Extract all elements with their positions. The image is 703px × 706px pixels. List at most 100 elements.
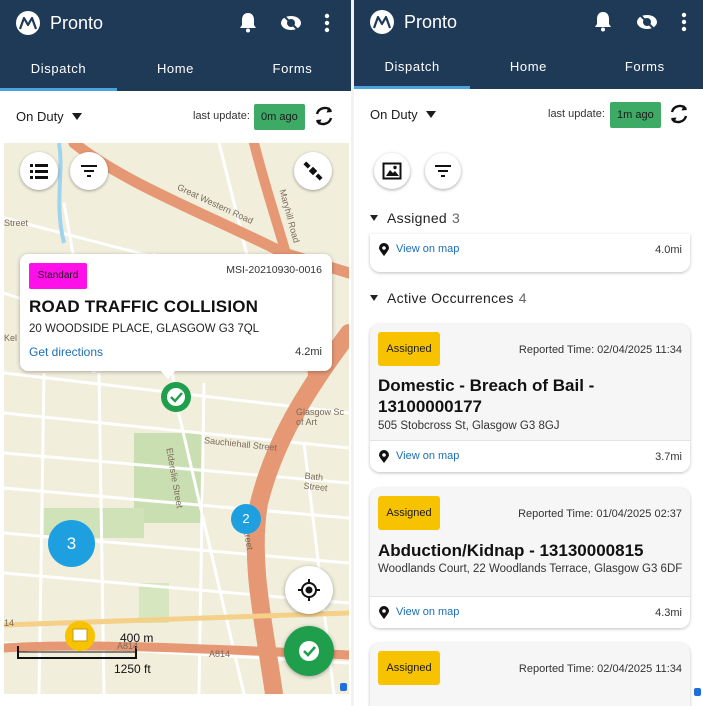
refresh-icon[interactable] — [668, 103, 690, 130]
location-pin-icon — [378, 450, 390, 469]
filter-button[interactable] — [70, 152, 108, 190]
section-count: 3 — [452, 210, 461, 226]
app-bar: Pronto — [0, 0, 351, 47]
scale-imperial: 1250 ft — [114, 662, 151, 676]
bell-icon[interactable] — [238, 11, 258, 38]
check-icon — [299, 641, 319, 661]
app-title: Pronto — [50, 13, 104, 33]
occurrence-card[interactable]: Assigned Reported Time: 01/04/2025 02:37… — [370, 488, 690, 628]
card-distance: 3.7mi — [655, 451, 682, 463]
card-footer: View on map 3.7mi — [370, 440, 690, 472]
status-row: On Duty last update: 1m ago — [354, 89, 703, 141]
last-update-label: last update: — [548, 108, 605, 120]
refresh-icon[interactable] — [313, 105, 335, 132]
incident-cluster[interactable]: 2 — [231, 504, 261, 534]
filter-button[interactable] — [425, 153, 461, 189]
tab-dispatch[interactable]: Dispatch — [0, 47, 117, 91]
tab-forms[interactable]: Forms — [587, 45, 703, 89]
tab-home[interactable]: Home — [470, 45, 586, 89]
location-pin-icon — [378, 243, 390, 262]
status-badge: Assigned — [378, 496, 440, 530]
card-distance: 4.3mi — [655, 607, 682, 619]
confirm-button[interactable] — [284, 626, 334, 676]
get-directions-link[interactable]: Get directions — [29, 345, 103, 359]
status-badge: Assigned — [378, 651, 440, 685]
collapse-caret-icon — [370, 295, 378, 301]
view-on-map-link[interactable]: View on map — [396, 243, 459, 255]
view-on-map-link[interactable]: View on map — [396, 450, 459, 462]
my-location-icon — [298, 579, 320, 601]
occurrence-address: 505 Stobcross St, Glasgow G3 8GJ — [378, 420, 560, 432]
reported-time: Reported Time: 02/04/2025 11:34 — [518, 663, 682, 675]
incident-distance: 4.2mi — [295, 346, 322, 358]
collapse-caret-icon — [370, 215, 378, 221]
street-label: Street — [4, 218, 29, 228]
incident-id: MSI-20210930-0016 — [226, 264, 322, 276]
edge-indicator — [340, 683, 347, 691]
assigned-section-header[interactable]: Assigned 3 — [370, 210, 460, 226]
incident-address: 20 WOODSIDE PLACE, GLASGOW G3 7QL — [29, 323, 260, 335]
tab-bar: Dispatch Home Forms — [0, 47, 351, 91]
assigned-card-partial[interactable]: View on map 4.0mi — [370, 234, 690, 272]
view-on-map-link[interactable]: View on map — [396, 606, 459, 618]
road-label: A814 — [209, 649, 231, 659]
list-toolbar — [354, 143, 703, 199]
my-location-button[interactable] — [285, 566, 333, 614]
status-row: On Duty last update: 0m ago — [0, 91, 351, 143]
list-view-button[interactable] — [20, 152, 58, 190]
poi-label: Glasgow Sc of Art — [296, 407, 345, 427]
more-vert-icon[interactable] — [324, 13, 330, 38]
tab-home[interactable]: Home — [117, 47, 234, 91]
dispatch-list-screen: Pronto Dispatch Home Forms On Duty last … — [354, 0, 703, 706]
caret-down-icon — [425, 111, 436, 118]
occurrence-title: Abduction/Kidnap - 13130000815 — [378, 541, 644, 560]
satellite-button[interactable] — [294, 152, 332, 190]
reported-time: Reported Time: 01/04/2025 02:37 — [518, 508, 682, 520]
last-update-badge: 0m ago — [254, 104, 305, 130]
incident-popup[interactable]: Standard MSI-20210930-0016 ROAD TRAFFIC … — [20, 254, 332, 371]
motorola-logo-icon — [16, 11, 40, 35]
list-icon — [30, 164, 48, 179]
card-distance: 4.0mi — [655, 244, 682, 256]
tab-forms[interactable]: Forms — [234, 47, 351, 91]
scale-metric: 400 m — [120, 631, 154, 645]
occurrence-title: Domestic - Breach of Bail - 13100000177 — [378, 376, 595, 416]
priority-badge: Standard — [29, 263, 87, 289]
bell-icon[interactable] — [593, 10, 613, 37]
occurrence-card[interactable]: Assigned Reported Time: 02/04/2025 11:34 — [370, 643, 690, 706]
filter-icon — [435, 165, 451, 177]
area-label: Kel — [4, 333, 18, 343]
edge-indicator — [694, 688, 701, 696]
last-update-label: last update: — [193, 110, 250, 122]
popup-pointer — [160, 370, 176, 379]
caret-down-icon — [71, 113, 82, 120]
duty-dropdown[interactable]: On Duty — [370, 107, 436, 122]
motorola-logo-icon — [370, 10, 394, 34]
app-title: Pronto — [404, 12, 458, 32]
eye-off-icon[interactable] — [636, 12, 658, 37]
occurrence-card[interactable]: Assigned Reported Time: 02/04/2025 11:34… — [370, 324, 690, 472]
incident-cluster[interactable]: 3 — [48, 520, 95, 567]
satellite-icon — [303, 161, 323, 181]
dispatch-map-screen: Pronto Dispatch Home Forms On Duty last … — [0, 0, 351, 706]
more-vert-icon[interactable] — [681, 12, 687, 37]
section-label: Active Occurrences — [387, 290, 514, 306]
app-bar: Pronto — [354, 0, 703, 45]
occurrence-address: Woodlands Court, 22 Woodlands Terrace, G… — [378, 563, 683, 575]
section-label: Assigned — [387, 210, 447, 226]
map-view-button[interactable] — [374, 153, 410, 189]
duty-label: On Duty — [16, 109, 64, 124]
active-section-header[interactable]: Active Occurrences 4 — [370, 290, 527, 306]
reported-time: Reported Time: 02/04/2025 11:34 — [518, 344, 682, 356]
filter-icon — [81, 165, 97, 177]
eye-off-icon[interactable] — [280, 13, 302, 38]
tab-dispatch[interactable]: Dispatch — [354, 45, 470, 89]
section-count: 4 — [518, 290, 527, 306]
tab-bar: Dispatch Home Forms — [354, 45, 703, 89]
last-update-badge: 1m ago — [610, 102, 661, 128]
card-footer: View on map 4.3mi — [370, 596, 690, 628]
duty-dropdown[interactable]: On Duty — [16, 109, 82, 124]
status-badge: Assigned — [378, 332, 440, 366]
road-label: 14 — [4, 618, 15, 628]
location-pin-icon — [378, 606, 390, 625]
